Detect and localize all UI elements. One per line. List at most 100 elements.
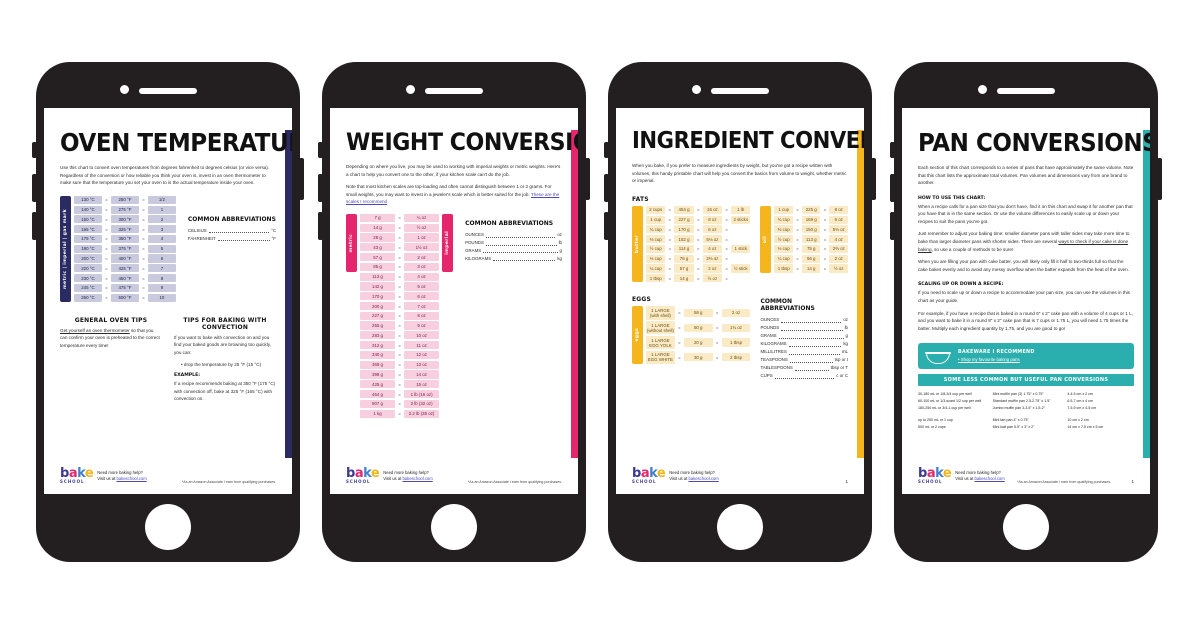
table-row: 907 g = 2 lb (32 oz) <box>360 399 440 408</box>
printable-page-weight: WEIGHT CONVERSIONS Depending on where yo… <box>330 108 578 494</box>
volume-up-button[interactable] <box>318 174 323 202</box>
table-cell: 4 oz <box>702 244 723 254</box>
silent-switch[interactable] <box>604 142 609 158</box>
table-cell: 400 °F <box>110 254 139 263</box>
equals-sign: = <box>678 354 681 360</box>
equals-sign: = <box>142 256 145 262</box>
table-row: 227 g = 8 oz <box>360 311 440 320</box>
table-cell: 1 <box>147 205 176 214</box>
volume-up-button[interactable] <box>890 174 895 202</box>
equals-sign: = <box>398 264 401 270</box>
bakeschool-link[interactable]: bakeschool.com <box>974 476 1004 481</box>
table-cell: 14 g <box>360 223 396 232</box>
table-cell <box>731 277 750 280</box>
phone-screen-pan: PAN CONVERSIONS Each section of this cha… <box>902 108 1150 494</box>
abbreviation-term: GRAMS <box>760 333 777 339</box>
bakeware-cta-card[interactable]: BAKEWARE I RECOMMEND • Shop my favourite… <box>918 343 1134 370</box>
home-button[interactable] <box>145 504 191 550</box>
power-button[interactable] <box>1157 158 1162 200</box>
home-button[interactable] <box>1003 504 1049 550</box>
bakeschool-link[interactable]: bakeschool.com <box>688 476 718 481</box>
equals-sign: = <box>823 256 827 262</box>
table-cell: ½ stick <box>731 264 751 273</box>
volume-down-button[interactable] <box>604 212 609 240</box>
fats-heading: FATS <box>632 195 649 203</box>
table-row: 140 °C = 275 °F = 1 <box>74 205 176 214</box>
table-cell: 1 cup <box>646 215 666 224</box>
equals-sign: = <box>725 266 728 272</box>
equals-sign: = <box>823 246 827 252</box>
table-cell: 230 °C <box>74 273 102 283</box>
abbreviations-list: CELSIUS °C FAHRENHEIT °F <box>188 227 276 243</box>
bakeschool-link[interactable]: bakeschool.com <box>116 476 146 481</box>
footer-cta: Need more baking help? Visit us at bakes… <box>955 469 1005 481</box>
table-cell: 58 g <box>683 308 713 318</box>
table-row: 1 tbsp = 14 g = ½ oz <box>774 264 848 273</box>
pan-conversion-line: 30-180 mL or 1/8-3/4 cup per well <box>918 392 972 397</box>
intro-paragraph: Depending on where you live, you may be … <box>346 164 561 177</box>
volume-down-button[interactable] <box>318 212 323 240</box>
table-cell: ⅓ cup <box>646 254 666 263</box>
oven-thermometer-link[interactable]: Get yourself an oven thermometer <box>60 328 130 333</box>
table-cell: 8 <box>147 273 176 283</box>
table-cell: 130 °C <box>74 195 102 204</box>
equals-sign: = <box>142 265 145 271</box>
silent-switch[interactable] <box>32 142 37 158</box>
table-cell: 13 oz <box>404 360 440 369</box>
table-cell: 2 tbsp <box>721 353 751 362</box>
table-cell: 43 g <box>360 243 396 252</box>
scaling-paragraph-2: For example, if you have a recipe that i… <box>918 310 1133 331</box>
front-camera-icon <box>120 85 129 94</box>
table-row: 142 g = 5 oz <box>360 282 440 291</box>
equals-sign: = <box>105 256 108 262</box>
volume-down-button[interactable] <box>32 212 37 240</box>
abbreviations-title: COMMON ABBREVIATIONS <box>760 298 815 313</box>
affiliate-note: *As an Amazon Associate I earn from qual… <box>1017 480 1112 484</box>
equals-sign: = <box>696 236 700 242</box>
table-cell: 2 oz <box>404 253 440 262</box>
equals-sign: = <box>668 256 672 262</box>
abbreviation-row: GRAMS g <box>760 332 848 340</box>
equals-sign: = <box>105 197 108 203</box>
convection-tips-body: If you want to bake with convection on a… <box>174 334 271 355</box>
volume-up-button[interactable] <box>604 174 609 202</box>
table-row: 113 g = 4 oz <box>360 272 440 281</box>
abbreviation-row: POUNDS lb <box>465 239 562 247</box>
power-button[interactable] <box>585 158 590 200</box>
table-cell: 2 oz <box>702 264 723 273</box>
earpiece-speaker <box>997 88 1055 94</box>
page-title: OVEN TEMPERATURES <box>60 128 292 157</box>
table-cell: 165 °C <box>74 225 102 234</box>
home-button[interactable] <box>431 504 477 550</box>
bakeschool-link[interactable]: bakeschool.com <box>402 476 432 481</box>
abbreviation-value: g <box>845 333 848 339</box>
table-cell: 227 g <box>360 311 396 320</box>
power-button[interactable] <box>871 158 876 200</box>
table-cell: 8 oz <box>702 215 723 224</box>
abbreviation-row: FAHRENHEIT °F <box>188 235 276 243</box>
silent-switch[interactable] <box>318 142 323 158</box>
equals-sign: = <box>823 226 827 232</box>
volume-down-button[interactable] <box>890 212 895 240</box>
silent-switch[interactable] <box>890 142 895 158</box>
table-cell: 76 g <box>674 254 694 263</box>
table-row: ¾ cup = 169 g = 6 oz <box>774 215 848 224</box>
power-button[interactable] <box>299 158 304 200</box>
pan-conversions-grid: 30-180 mL or 1/8-3/4 cup per well 60-100 … <box>918 391 1134 430</box>
equals-sign: = <box>668 246 672 252</box>
table-cell: 2⅔ oz <box>829 244 848 254</box>
abbreviation-value: mL <box>841 349 848 355</box>
abbreviation-term: POUNDS <box>465 239 484 245</box>
table-row: 1 LARGE EGG YOLK = 20 g = 1 tbsp <box>646 335 751 350</box>
table-cell: 170 g <box>360 292 396 301</box>
shop-baking-pans-link[interactable]: • Shop my favourite baking pans <box>958 357 1035 362</box>
table-rows: 1 LARGE (with shell) = 58 g = 2 oz 1 LARGE (w… <box>646 306 751 364</box>
volume-up-button[interactable] <box>32 174 37 202</box>
equals-sign: = <box>142 275 145 281</box>
home-button[interactable] <box>717 504 763 550</box>
table-cell: 1 stick <box>731 244 751 254</box>
table-cell: 1 tbsp <box>646 274 666 283</box>
equals-sign: = <box>398 293 401 299</box>
pan-conversion-line: 7.5-9 cm x 4-5 cm <box>1067 405 1097 410</box>
equals-sign: = <box>142 236 145 242</box>
